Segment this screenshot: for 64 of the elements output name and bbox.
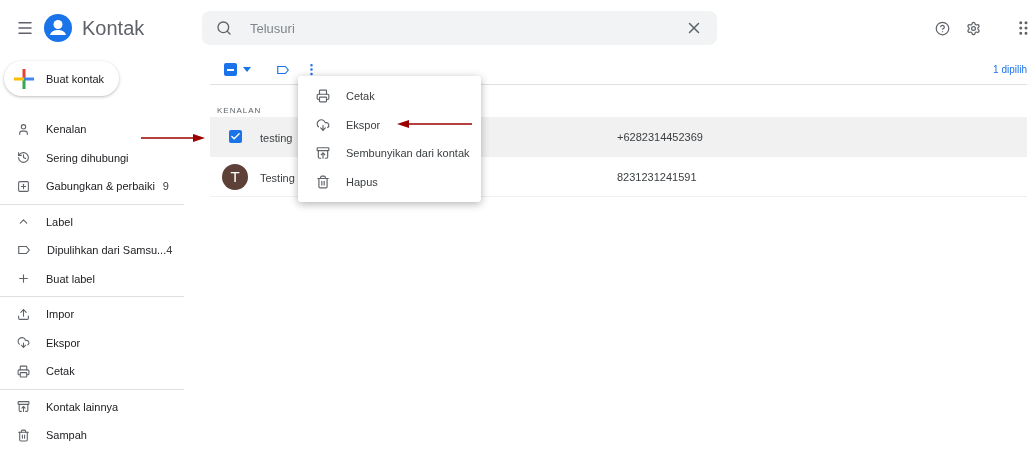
app-title: Kontak <box>82 16 145 40</box>
sidebar-item[interactable]: Kenalan <box>0 115 184 144</box>
trash-icon <box>316 174 330 189</box>
annotation-arrow <box>141 134 205 142</box>
sidebar-item-label: Sampah <box>46 429 87 442</box>
sidebar-item[interactable]: Gabungkan & perbaiki 9 <box>0 172 184 201</box>
sidebar-item-label: Kenalan <box>46 123 87 136</box>
sidebar-item[interactable]: Buat label <box>0 264 184 293</box>
sidebar-item[interactable]: Ekspor <box>0 328 184 357</box>
sidebar-item-label: Gabungkan & perbaiki <box>46 180 155 193</box>
sidebar-item-label: Impor <box>46 308 75 321</box>
history-icon <box>17 151 30 165</box>
sidebar-item-label: Label <box>46 215 73 228</box>
plus-icon <box>17 272 30 286</box>
upload-icon <box>17 307 30 321</box>
sidebar-item-label: Kontak lainnya <box>46 400 119 413</box>
sidebar-item[interactable]: Dipulihkan dari Samsu...4 <box>0 236 184 265</box>
plus-square-icon <box>17 179 30 193</box>
select-all-checkbox[interactable] <box>224 63 237 76</box>
sidebar-section-header[interactable]: Label <box>0 207 184 236</box>
search-field[interactable]: Telusuri <box>202 11 717 45</box>
avatar: T <box>222 163 248 190</box>
archive-icon <box>17 400 30 414</box>
menu-item[interactable]: Hapus <box>298 167 481 196</box>
menu-item-label: Cetak <box>346 90 375 103</box>
section-label: KENALAN <box>217 106 262 115</box>
search-icon <box>216 20 232 36</box>
plus-icon <box>14 68 34 89</box>
menu-icon[interactable] <box>16 19 34 37</box>
caret-icon[interactable] <box>243 67 251 72</box>
item-count: 4 <box>166 244 173 257</box>
sidebar-item[interactable]: Sering dihubungi <box>0 143 184 172</box>
sidebar-item-label: Sering dihubungi <box>46 151 129 164</box>
sidebar-item-label: Cetak <box>46 365 75 378</box>
printer-icon <box>17 364 30 378</box>
contacts-logo-icon <box>44 14 72 42</box>
menu-item-label: Ekspor <box>346 118 381 131</box>
printer-icon <box>316 89 330 104</box>
contact-phone: +6282314452369 <box>617 130 703 143</box>
search-input[interactable]: Telusuri <box>248 19 669 37</box>
contact-name: testing <box>260 131 293 144</box>
archive-icon <box>316 146 330 161</box>
cloud-download-icon <box>316 117 330 132</box>
sidebar-item[interactable]: Sampah <box>0 421 184 449</box>
help-icon[interactable] <box>935 20 950 36</box>
sidebar-item-label: Dipulihkan dari Samsu... <box>47 244 167 257</box>
create-contact-button[interactable]: Buat kontak <box>4 61 119 96</box>
row-checkbox[interactable] <box>228 130 242 143</box>
settings-icon[interactable] <box>966 20 981 36</box>
sidebar-item[interactable]: Cetak <box>0 357 184 386</box>
contact-name: Testing <box>260 171 295 184</box>
menu-item[interactable]: Cetak <box>298 82 481 111</box>
item-count: 9 <box>162 180 169 193</box>
menu-item-label: Hapus <box>346 175 378 188</box>
sidebar-item-label: Buat label <box>46 272 95 285</box>
cloud-download-icon <box>17 336 30 350</box>
sidebar-item[interactable]: Kontak lainnya <box>0 392 184 421</box>
contact-phone: 8231231241591 <box>617 170 697 183</box>
menu-item-label: Sembunyikan dari kontak <box>346 147 470 160</box>
person-icon <box>17 122 30 136</box>
sidebar-item-label: Ekspor <box>46 336 81 349</box>
trash-icon <box>17 428 30 442</box>
sidebar-item[interactable]: Impor <box>0 300 184 329</box>
selection-count: 1 dipilih <box>993 64 1027 75</box>
